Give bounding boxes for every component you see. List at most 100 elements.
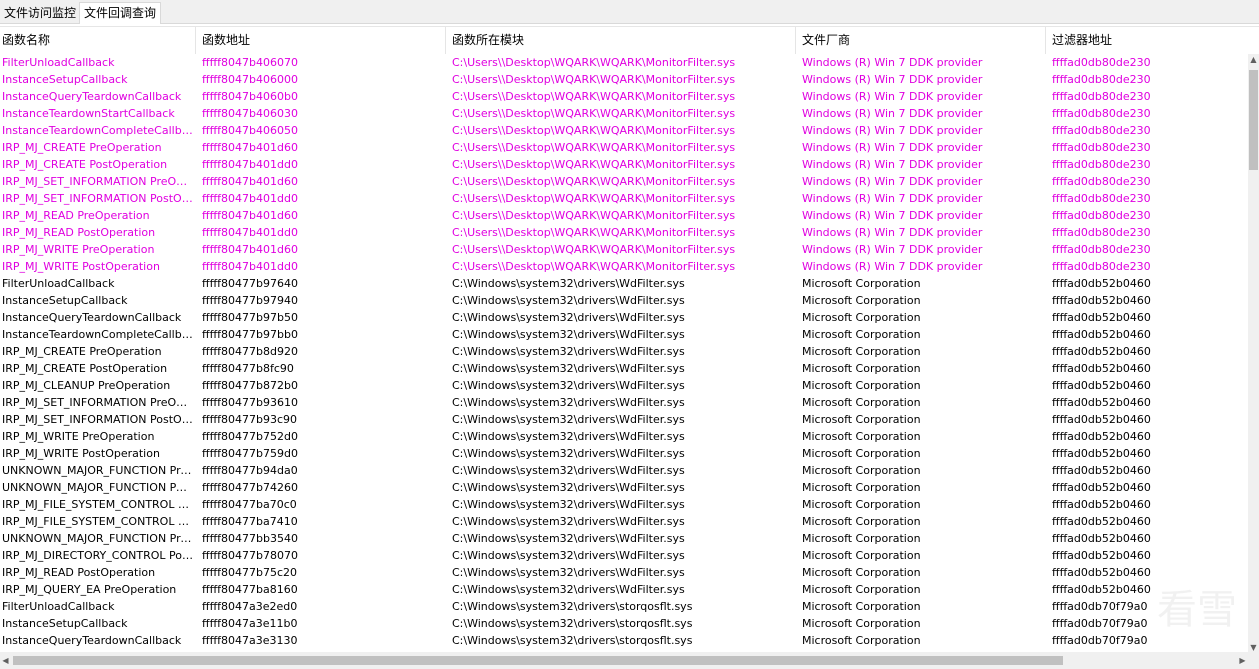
table-row[interactable]: FilterUnloadCallback fffff80477b97640 C:\W… (0, 275, 1248, 292)
cell-function-address: fffff8047b406070 (202, 56, 298, 69)
column-header-function-name[interactable]: 函数名称 (0, 27, 196, 54)
cell-function-address: fffff80477ba70c0 (202, 498, 297, 511)
cell-function-address: fffff80477b752d0 (202, 430, 298, 443)
cell-module-path: C:\Windows\system32\drivers\WdFilter.sys (452, 379, 685, 392)
table-row[interactable]: IRP_MJ_CREATE PostOperation fffff8047b401… (0, 156, 1248, 173)
cell-function-address: fffff80477b94da0 (202, 464, 298, 477)
table-row[interactable]: InstanceTeardownCompleteCallback fffff804… (0, 122, 1248, 139)
table-row[interactable]: IRP_MJ_DIRECTORY_CONTROL Post... fffff804… (0, 547, 1248, 564)
table-row[interactable]: IRP_MJ_SET_INFORMATION PostOp... fffff804… (0, 190, 1248, 207)
cell-module-path: C:\Windows\system32\drivers\WdFilter.sys (452, 549, 685, 562)
cell-function-address: fffff80477b74260 (202, 481, 298, 494)
cell-filter-address: ffffad0db52b0460 (1052, 549, 1151, 562)
cell-function-address: fffff80477ba7410 (202, 515, 298, 528)
table-row[interactable]: IRP_MJ_SET_INFORMATION PostOp... fffff804… (0, 411, 1248, 428)
table-row[interactable]: IRP_MJ_READ PostOperation fffff8047b401dd… (0, 224, 1248, 241)
cell-module-path: C:\Windows\system32\drivers\WdFilter.sys (452, 294, 685, 307)
cell-function-name: IRP_MJ_SET_INFORMATION PostOp... (2, 192, 193, 205)
cell-function-name: UNKNOWN_MAJOR_FUNCTION PreO... (2, 532, 193, 545)
table-row[interactable]: FilterUnloadCallback fffff8047b406070 C:\U… (0, 54, 1248, 71)
cell-function-name: InstanceSetupCallback (2, 617, 128, 630)
table-row[interactable]: IRP_MJ_CLEANUP PreOperation fffff80477b87… (0, 377, 1248, 394)
cell-vendor: Windows (R) Win 7 DDK provider (802, 56, 983, 69)
cell-vendor: Windows (R) Win 7 DDK provider (802, 124, 983, 137)
horizontal-scroll-thumb[interactable] (13, 656, 1063, 665)
cell-module-path: C:\Windows\system32\drivers\WdFilter.sys (452, 311, 685, 324)
table-row[interactable]: IRP_MJ_CREATE PostOperation fffff80477b8f… (0, 360, 1248, 377)
horizontal-scrollbar[interactable]: ◀ ▶ (0, 652, 1248, 669)
column-header-function-address[interactable]: 函数地址 (196, 27, 446, 54)
table-row[interactable]: IRP_MJ_WRITE PostOperation fffff80477b759… (0, 445, 1248, 462)
cell-function-name: IRP_MJ_SET_INFORMATION PostOp... (2, 413, 193, 426)
table-row[interactable]: IRP_MJ_FILE_SYSTEM_CONTROL Po... fffff804… (0, 513, 1248, 530)
cell-function-name: InstanceQueryTeardownCallback (2, 90, 182, 103)
table-row[interactable]: InstanceTeardownStartCallback fffff8047b4… (0, 105, 1248, 122)
cell-function-name: IRP_MJ_CLEANUP PreOperation (2, 379, 171, 392)
table-row[interactable]: IRP_MJ_QUERY_EA PreOperation fffff80477ba… (0, 581, 1248, 598)
table-row[interactable]: IRP_MJ_WRITE PreOperation fffff80477b752d… (0, 428, 1248, 445)
table-row[interactable]: IRP_MJ_WRITE PostOperation fffff8047b401d… (0, 258, 1248, 275)
cell-module-path: C:\Users\\Desktop\WQARK\WQARK\MonitorFil… (452, 73, 736, 86)
cell-filter-address: ffffad0db80de230 (1052, 141, 1151, 154)
column-header-vendor[interactable]: 文件厂商 (796, 27, 1046, 54)
cell-filter-address: ffffad0db52b0460 (1052, 447, 1151, 460)
table-row[interactable]: IRP_MJ_READ PreOperation fffff8047b401d60… (0, 207, 1248, 224)
cell-filter-address: ffffad0db52b0460 (1052, 515, 1151, 528)
table-row[interactable]: IRP_MJ_WRITE PreOperation fffff8047b401d6… (0, 241, 1248, 258)
cell-vendor: Microsoft Corporation (802, 566, 921, 579)
cell-vendor: Windows (R) Win 7 DDK provider (802, 209, 983, 222)
cell-function-address: fffff80477b78070 (202, 549, 298, 562)
cell-function-name: FilterUnloadCallback (2, 277, 115, 290)
cell-function-name: UNKNOWN_MAJOR_FUNCTION Post... (2, 481, 193, 494)
cell-module-path: C:\Users\\Desktop\WQARK\WQARK\MonitorFil… (452, 141, 736, 154)
table-row[interactable]: IRP_MJ_SET_INFORMATION PreOpe... fffff804… (0, 173, 1248, 190)
cell-vendor: Microsoft Corporation (802, 481, 921, 494)
cell-module-path: C:\Users\\Desktop\WQARK\WQARK\MonitorFil… (452, 209, 736, 222)
cell-function-address: fffff80477b93c90 (202, 413, 298, 426)
table-row[interactable]: InstanceSetupCallback fffff8047a3e11b0 C:\… (0, 615, 1248, 632)
cell-vendor: Windows (R) Win 7 DDK provider (802, 175, 983, 188)
cell-function-name: IRP_MJ_READ PreOperation (2, 209, 150, 222)
column-header-module[interactable]: 函数所在模块 (446, 27, 796, 54)
cell-module-path: C:\Users\\Desktop\WQARK\WQARK\MonitorFil… (452, 243, 736, 256)
tab-file-callback-query[interactable]: 文件回调查询 (79, 2, 162, 24)
table-row[interactable]: UNKNOWN_MAJOR_FUNCTION PreO... fffff80477… (0, 530, 1248, 547)
table-row[interactable]: InstanceQueryTeardownCallback fffff8047b4… (0, 88, 1248, 105)
tab-file-access-monitor[interactable]: 文件访问监控 (0, 4, 81, 23)
table-row[interactable]: InstanceSetupCallback fffff8047b406000 C:\… (0, 71, 1248, 88)
cell-module-path: C:\Windows\system32\drivers\WdFilter.sys (452, 362, 685, 375)
table-row[interactable]: IRP_MJ_READ PostOperation fffff80477b75c2… (0, 564, 1248, 581)
scroll-up-arrow-icon[interactable]: ▲ (1248, 54, 1259, 65)
cell-vendor: Microsoft Corporation (802, 413, 921, 426)
callback-list-view[interactable]: 函数名称 函数地址 函数所在模块 文件厂商 过滤器地址 FilterUnload… (0, 26, 1259, 669)
cell-filter-address: ffffad0db80de230 (1052, 260, 1151, 273)
cell-vendor: Windows (R) Win 7 DDK provider (802, 107, 983, 120)
cell-function-name: IRP_MJ_CREATE PreOperation (2, 141, 162, 154)
cell-function-name: IRP_MJ_QUERY_EA PreOperation (2, 583, 177, 596)
vertical-scrollbar[interactable]: ▲ ▼ (1248, 54, 1259, 653)
cell-filter-address: ffffad0db52b0460 (1052, 481, 1151, 494)
table-row[interactable]: InstanceSetupCallback fffff80477b97940 C:\… (0, 292, 1248, 309)
cell-module-path: C:\Windows\system32\drivers\WdFilter.sys (452, 481, 685, 494)
table-row[interactable]: FilterUnloadCallback fffff8047a3e2ed0 C:\W… (0, 598, 1248, 615)
cell-vendor: Microsoft Corporation (802, 430, 921, 443)
table-row[interactable]: IRP_MJ_SET_INFORMATION PreOpe... fffff804… (0, 394, 1248, 411)
cell-function-name: InstanceQueryTeardownCallback (2, 634, 182, 647)
table-row[interactable]: InstanceTeardownCompleteCallback fffff804… (0, 326, 1248, 343)
scroll-left-arrow-icon[interactable]: ◀ (0, 652, 11, 669)
table-row[interactable]: IRP_MJ_FILE_SYSTEM_CONTROL Pre... fffff80… (0, 496, 1248, 513)
table-row[interactable]: InstanceQueryTeardownCallback fffff80477b… (0, 309, 1248, 326)
cell-function-address: fffff8047b401d60 (202, 141, 298, 154)
table-row[interactable]: IRP_MJ_CREATE PreOperation fffff8047b401d… (0, 139, 1248, 156)
cell-module-path: C:\Windows\system32\drivers\WdFilter.sys (452, 345, 685, 358)
vertical-scroll-thumb[interactable] (1249, 70, 1258, 170)
tab-bar: 文件访问监控 文件回调查询 (0, 0, 1259, 24)
table-row[interactable]: InstanceQueryTeardownCallback fffff8047a3… (0, 632, 1248, 649)
table-row[interactable]: IRP_MJ_CREATE PreOperation fffff80477b8d9… (0, 343, 1248, 360)
cell-vendor: Microsoft Corporation (802, 447, 921, 460)
table-row[interactable]: UNKNOWN_MAJOR_FUNCTION PreO... fffff80477… (0, 462, 1248, 479)
table-row[interactable]: UNKNOWN_MAJOR_FUNCTION Post... fffff80477… (0, 479, 1248, 496)
column-header-filter-address[interactable]: 过滤器地址 (1046, 27, 1248, 54)
scroll-right-arrow-icon[interactable]: ▶ (1237, 652, 1248, 669)
cell-vendor: Microsoft Corporation (802, 328, 921, 341)
